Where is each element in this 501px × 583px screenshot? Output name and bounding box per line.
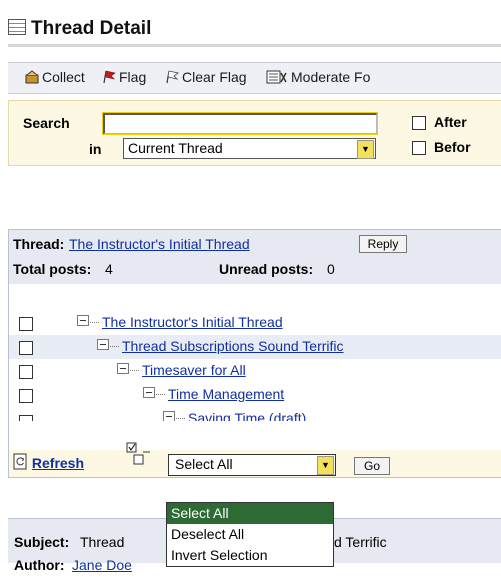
search-scope-value: Current Thread bbox=[128, 140, 223, 156]
before-checkbox[interactable] bbox=[412, 141, 426, 155]
dropdown-option-invert-selection[interactable]: Invert Selection bbox=[167, 545, 333, 566]
collect-icon bbox=[25, 70, 39, 84]
search-input[interactable] bbox=[102, 112, 378, 135]
subject-label: Subject: bbox=[14, 534, 70, 550]
unread-posts-label: Unread posts: bbox=[219, 261, 314, 277]
refresh-icon bbox=[13, 453, 27, 470]
post-link[interactable]: Thread Subscriptions Sound Terrific bbox=[122, 338, 344, 354]
post-checkbox[interactable] bbox=[19, 415, 33, 421]
post-row: The Instructor's Initial Thread bbox=[9, 311, 501, 335]
clear-flag-label: Clear Flag bbox=[182, 69, 247, 85]
title-divider bbox=[8, 44, 501, 47]
subject-start: Thread bbox=[80, 534, 125, 550]
collapse-icon[interactable] bbox=[143, 387, 155, 398]
thread-label: Thread: bbox=[13, 236, 65, 252]
post-row: Saving Time (draft) bbox=[9, 407, 501, 421]
total-posts-label: Total posts: bbox=[13, 261, 92, 277]
after-checkbox[interactable] bbox=[412, 116, 426, 130]
collapse-icon[interactable] bbox=[117, 363, 129, 374]
selection-dropdown-list: Select All Deselect All Invert Selection bbox=[166, 502, 334, 567]
post-row: Timesaver for All bbox=[9, 359, 501, 383]
post-link[interactable]: The Instructor's Initial Thread bbox=[102, 314, 283, 330]
before-label: Befor bbox=[434, 139, 471, 155]
flag-button[interactable]: Flag bbox=[102, 69, 146, 85]
unread-posts-value: 0 bbox=[327, 261, 335, 277]
collapse-icon[interactable] bbox=[163, 411, 175, 421]
subject-end: d Terrific bbox=[334, 534, 387, 550]
thread-footer: Refresh Select All ▼ Go bbox=[9, 442, 501, 477]
author-link[interactable]: Jane Doe bbox=[72, 557, 132, 573]
dropdown-option-deselect-all[interactable]: Deselect All bbox=[167, 524, 333, 545]
search-scope-select[interactable]: Current Thread ▼ bbox=[123, 138, 376, 159]
moderate-button[interactable]: Moderate Fo bbox=[266, 69, 370, 85]
reply-button[interactable]: Reply bbox=[359, 235, 407, 253]
chevron-down-icon: ▼ bbox=[317, 456, 334, 475]
refresh-button[interactable]: Refresh bbox=[13, 453, 84, 471]
moderate-label: Moderate Fo bbox=[291, 69, 371, 85]
after-label: After bbox=[434, 114, 467, 130]
moderate-icon bbox=[266, 70, 287, 84]
post-link[interactable]: Timesaver for All bbox=[142, 362, 246, 378]
dropdown-option-select-all[interactable]: Select All bbox=[167, 503, 333, 524]
flag-icon bbox=[103, 70, 116, 84]
collapse-icon[interactable] bbox=[77, 315, 89, 326]
selection-action-select[interactable]: Select All ▼ bbox=[168, 454, 336, 476]
collect-button[interactable]: Collect bbox=[25, 69, 85, 85]
author-label: Author: bbox=[14, 557, 65, 573]
chevron-down-icon: ▼ bbox=[357, 140, 374, 159]
page-title: Thread Detail bbox=[8, 18, 151, 40]
post-checkbox[interactable] bbox=[19, 317, 33, 331]
post-checkbox[interactable] bbox=[19, 365, 33, 379]
clear-flag-icon bbox=[166, 70, 179, 84]
collapse-icon[interactable] bbox=[97, 339, 109, 350]
action-toolbar: Collect Flag Clear Flag Moderate Fo bbox=[8, 62, 501, 94]
post-checkbox[interactable] bbox=[19, 341, 33, 355]
collect-label: Collect bbox=[42, 69, 85, 85]
post-checkbox[interactable] bbox=[19, 389, 33, 403]
post-link[interactable]: Time Management bbox=[168, 386, 284, 402]
refresh-label: Refresh bbox=[31, 455, 85, 471]
selection-action-value: Select All bbox=[175, 456, 233, 472]
post-row: Thread Subscriptions Sound Terrific bbox=[9, 335, 501, 359]
post-row: Time Management bbox=[9, 383, 501, 407]
thread-detail-icon bbox=[8, 19, 26, 35]
post-link[interactable]: Saving Time (draft) bbox=[188, 410, 306, 421]
in-label: in bbox=[89, 141, 102, 157]
search-panel: Search in Current Thread ▼ After Befor bbox=[8, 100, 501, 166]
search-label: Search bbox=[23, 115, 70, 131]
clear-flag-button[interactable]: Clear Flag bbox=[165, 69, 247, 85]
total-posts-value: 4 bbox=[105, 261, 113, 277]
thread-panel: Thread: The Instructor's Initial Thread … bbox=[8, 229, 501, 478]
go-button[interactable]: Go bbox=[354, 457, 390, 475]
thread-title-link[interactable]: The Instructor's Initial Thread bbox=[69, 236, 250, 252]
flag-label: Flag bbox=[119, 69, 147, 85]
thread-header: Thread: The Instructor's Initial Thread … bbox=[9, 230, 501, 284]
select-checkboxes-icon bbox=[126, 442, 150, 465]
